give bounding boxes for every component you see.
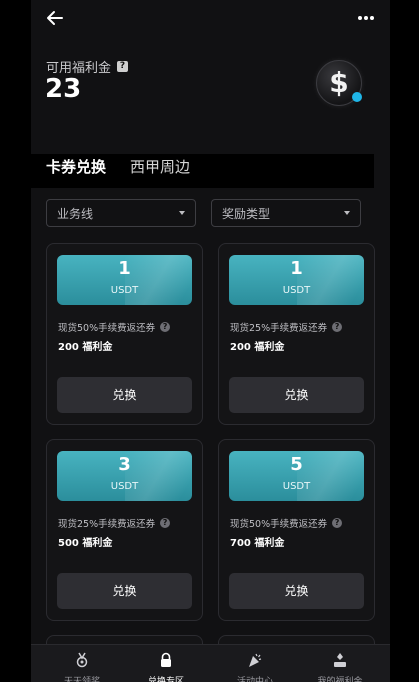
help-icon[interactable]: ? bbox=[117, 61, 129, 72]
coin-icon: $ bbox=[316, 60, 362, 106]
coupon-card: 5 USDT 现货50%手续费返还券 ? 700 福利金 兑换 bbox=[218, 439, 375, 621]
top-bar bbox=[31, 0, 390, 36]
coupon-description: 现货25%手续费返还券 ? bbox=[58, 516, 171, 530]
nav-daily-rewards[interactable]: 天天领奖 bbox=[37, 645, 127, 682]
coupon-unit: USDT bbox=[282, 481, 311, 492]
coupon-ticket: 1 USDT bbox=[229, 255, 364, 305]
reward-type-dropdown[interactable]: 奖励类型 bbox=[211, 199, 361, 227]
nav-label: 兑换专区 bbox=[147, 677, 184, 682]
coupon-description: 现货25%手续费返还券 ? bbox=[230, 320, 343, 334]
info-icon[interactable]: ? bbox=[332, 322, 343, 332]
arrow-left-icon[interactable] bbox=[45, 8, 65, 28]
coupon-cost: 200 福利金 bbox=[58, 342, 113, 353]
coupon-cost: 200 福利金 bbox=[230, 342, 285, 353]
redeem-button[interactable]: 兑换 bbox=[57, 377, 192, 413]
tab-bar: 卡券兑换 西甲周边 bbox=[31, 154, 374, 188]
caret-down-icon bbox=[179, 211, 185, 215]
app-screen: 可用福利金 ? 23 $ 卡券兑换 西甲周边 业务线 奖励类型 1 USDT 现… bbox=[31, 0, 390, 682]
status-dot bbox=[352, 92, 362, 102]
nav-exchange-zone[interactable]: 兑换专区 bbox=[121, 645, 211, 682]
coupon-description-text: 现货25%手续费返还券 bbox=[230, 323, 328, 334]
user-reward-icon bbox=[334, 653, 346, 667]
business-line-label: 业务线 bbox=[57, 207, 94, 221]
coupon-cost: 500 福利金 bbox=[58, 538, 113, 549]
coupon-card: 3 USDT 现货25%手续费返还券 ? 500 福利金 兑换 bbox=[46, 439, 203, 621]
coupon-ticket: 1 USDT bbox=[57, 255, 192, 305]
redeem-button[interactable]: 兑换 bbox=[229, 573, 364, 609]
tab-card-exchange[interactable]: 卡券兑换 bbox=[46, 156, 106, 177]
reward-type-label: 奖励类型 bbox=[222, 207, 271, 221]
bottom-nav: 天天领奖 兑换专区 活动中心 我的福利金 bbox=[31, 644, 390, 682]
coupon-description: 现货50%手续费返还券 ? bbox=[58, 320, 171, 334]
coupon-description: 现货50%手续费返还券 ? bbox=[230, 516, 343, 530]
info-icon[interactable]: ? bbox=[160, 322, 171, 332]
coupon-ticket: 3 USDT bbox=[57, 451, 192, 501]
coupon-unit: USDT bbox=[282, 285, 311, 296]
medal-icon bbox=[76, 652, 88, 668]
coupon-card: 1 USDT 现货50%手续费返还券 ? 200 福利金 兑换 bbox=[46, 243, 203, 425]
redeem-button[interactable]: 兑换 bbox=[57, 573, 192, 609]
info-icon[interactable]: ? bbox=[160, 518, 171, 528]
coupon-description-text: 现货50%手续费返还券 bbox=[230, 519, 328, 530]
nav-label: 活动中心 bbox=[236, 677, 273, 682]
coupon-amount: 1 bbox=[118, 258, 131, 279]
lock-icon bbox=[161, 652, 171, 667]
tab-laliga-merch[interactable]: 西甲周边 bbox=[130, 156, 190, 177]
info-icon[interactable]: ? bbox=[332, 518, 343, 528]
nav-my-rewards[interactable]: 我的福利金 bbox=[295, 645, 385, 682]
coupon-amount: 3 bbox=[118, 454, 131, 475]
redeem-button[interactable]: 兑换 bbox=[229, 377, 364, 413]
coupon-description-text: 现货50%手续费返还券 bbox=[58, 323, 156, 334]
business-line-dropdown[interactable]: 业务线 bbox=[46, 199, 196, 227]
nav-activity-center[interactable]: 活动中心 bbox=[210, 645, 300, 682]
coupon-cost: 700 福利金 bbox=[230, 538, 285, 549]
party-popper-icon bbox=[249, 653, 262, 667]
coupon-unit: USDT bbox=[110, 481, 139, 492]
balance-value: 23 bbox=[45, 74, 82, 104]
coupon-description-text: 现货25%手续费返还券 bbox=[58, 519, 156, 530]
caret-down-icon bbox=[344, 211, 350, 215]
coupon-ticket: 5 USDT bbox=[229, 451, 364, 501]
nav-label: 天天领奖 bbox=[63, 677, 100, 682]
coupon-card: 1 USDT 现货25%手续费返还券 ? 200 福利金 兑换 bbox=[218, 243, 375, 425]
coupon-amount: 1 bbox=[290, 258, 303, 279]
more-dots-icon[interactable] bbox=[356, 8, 376, 28]
coupon-amount: 5 bbox=[290, 454, 303, 475]
nav-label: 我的福利金 bbox=[317, 677, 363, 682]
coupon-unit: USDT bbox=[110, 285, 139, 296]
